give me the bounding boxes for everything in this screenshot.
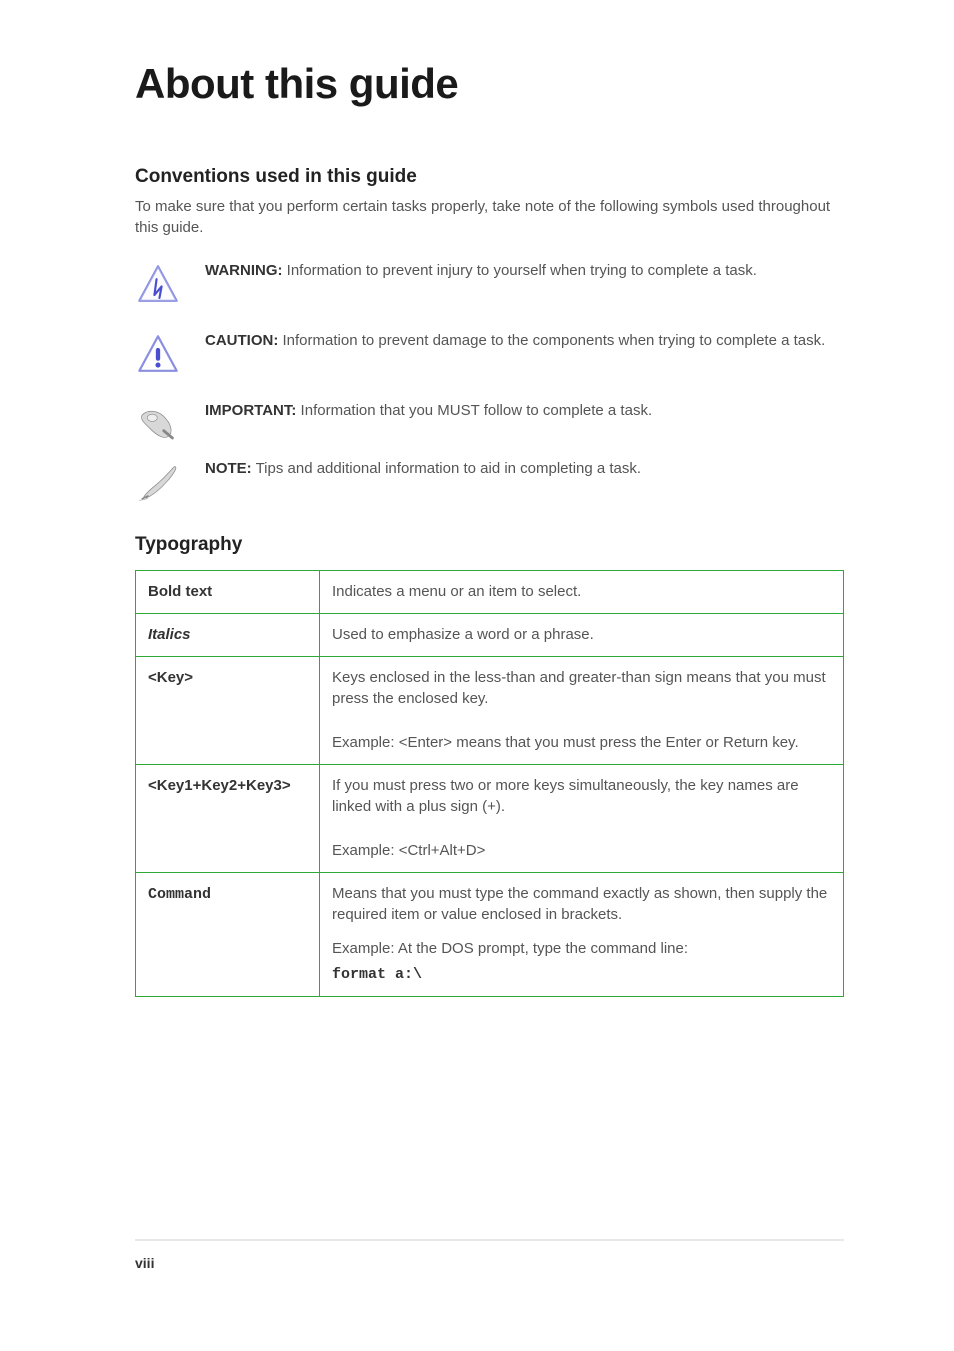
convention-desc: Information to prevent injury to yoursel… [283, 262, 757, 279]
convention-desc: Tips and additional information to aid i… [252, 460, 641, 477]
footer-rule [135, 1239, 844, 1241]
convention-text: NOTE: Tips and additional information to… [205, 458, 844, 480]
typo-desc: Means that you must type the command exa… [320, 872, 844, 996]
typo-desc: Keys enclosed in the less-than and great… [320, 656, 844, 764]
table-row: Italics Used to emphasize a word or a ph… [136, 613, 844, 656]
convention-label: NOTE: [205, 460, 252, 477]
conventions-heading: Conventions used in this guide [135, 166, 844, 188]
convention-label: WARNING: [205, 262, 283, 279]
convention-row: IMPORTANT: Information that you MUST fol… [135, 400, 844, 448]
page: About this guide Conventions used in thi… [0, 0, 954, 1351]
table-row: Bold text Indicates a menu or an item to… [136, 571, 844, 614]
typo-term: <Key> [136, 656, 320, 764]
caution-icon [135, 330, 205, 378]
convention-desc: Information that you MUST follow to comp… [296, 402, 652, 419]
page-title: About this guide [135, 60, 844, 108]
typo-term: Command [136, 872, 320, 996]
typo-desc: If you must press two or more keys simul… [320, 764, 844, 872]
typo-desc: Indicates a menu or an item to select. [320, 571, 844, 614]
convention-text: CAUTION: Information to prevent damage t… [205, 330, 844, 352]
page-number: viii [135, 1255, 154, 1271]
footer: viii [135, 1255, 168, 1271]
conventions-sub: To make sure that you perform certain ta… [135, 196, 844, 238]
note-icon [135, 458, 205, 506]
typo-term: Italics [136, 613, 320, 656]
typography-table: Bold text Indicates a menu or an item to… [135, 570, 844, 997]
typo-term: Bold text [136, 571, 320, 614]
typography-section: Typography Bold text Indicates a menu or… [135, 534, 844, 997]
convention-text: IMPORTANT: Information that you MUST fol… [205, 400, 844, 422]
convention-desc: Information to prevent damage to the com… [278, 332, 825, 349]
typography-heading: Typography [135, 534, 844, 556]
convention-label: CAUTION: [205, 332, 278, 349]
convention-row: NOTE: Tips and additional information to… [135, 458, 844, 506]
convention-row: CAUTION: Information to prevent damage t… [135, 330, 844, 378]
convention-label: IMPORTANT: [205, 402, 296, 419]
table-row: <Key1+Key2+Key3> If you must press two o… [136, 764, 844, 872]
important-icon [135, 400, 205, 448]
typo-desc: Used to emphasize a word or a phrase. [320, 613, 844, 656]
table-row: <Key> Keys enclosed in the less-than and… [136, 656, 844, 764]
table-row: Command Means that you must type the com… [136, 872, 844, 996]
convention-row: WARNING: Information to prevent injury t… [135, 260, 844, 308]
convention-text: WARNING: Information to prevent injury t… [205, 260, 844, 282]
warning-icon [135, 260, 205, 308]
typo-term: <Key1+Key2+Key3> [136, 764, 320, 872]
conventions-section: Conventions used in this guide To make s… [135, 166, 844, 506]
